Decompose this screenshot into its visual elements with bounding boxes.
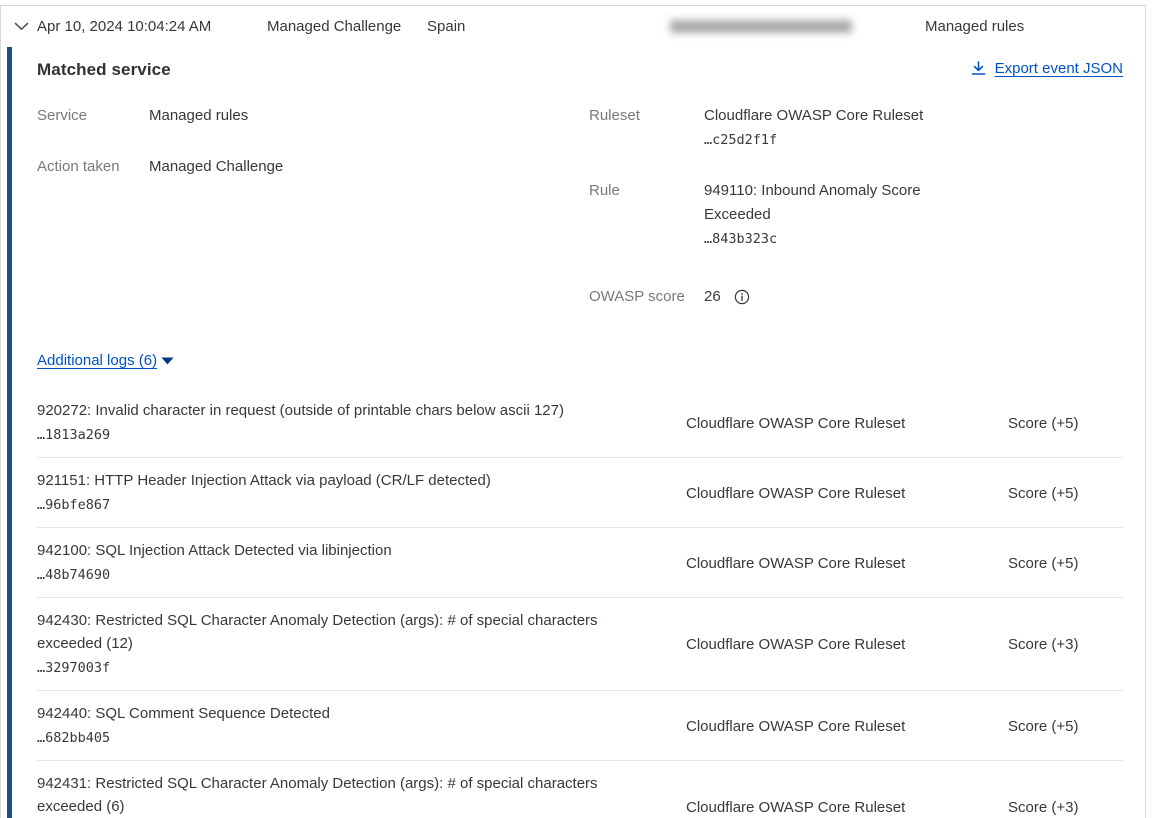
action-taken-label: Action taken	[37, 155, 149, 179]
ruleset-hash: …c25d2f1f	[704, 128, 923, 152]
log-rule-hash: …96bfe867	[37, 493, 641, 517]
action-taken-value: Managed Challenge	[149, 155, 283, 179]
action-taken-field: Action taken Managed Challenge	[37, 155, 589, 179]
additional-log-row: 942440: SQL Comment Sequence Detected …6…	[37, 691, 1123, 761]
additional-log-row: 942100: SQL Injection Attack Detected vi…	[37, 528, 1123, 598]
service-field: Service Managed rules	[37, 104, 589, 128]
additional-logs-table: 920272: Invalid character in request (ou…	[37, 388, 1123, 818]
service-label: Service	[37, 104, 149, 128]
triangle-down-icon[interactable]	[161, 357, 174, 365]
event-host-redacted	[670, 20, 860, 33]
service-value: Managed rules	[149, 104, 248, 128]
download-icon	[971, 61, 986, 76]
event-row[interactable]: Apr 10, 2024 10:04:24 AM Managed Challen…	[1, 6, 1145, 47]
log-rule-description: 920272: Invalid character in request (ou…	[37, 399, 641, 422]
log-ruleset-name: Cloudflare OWASP Core Ruleset	[686, 799, 1008, 816]
redacted-blur-box	[670, 20, 852, 33]
log-ruleset-name: Cloudflare OWASP Core Ruleset	[686, 555, 1008, 572]
event-detail-expanded: Matched service Export event JSON	[1, 47, 1145, 818]
event-timestamp: Apr 10, 2024 10:04:24 AM	[37, 18, 267, 35]
owasp-score-label: OWASP score	[589, 285, 704, 309]
info-icon[interactable]	[734, 289, 750, 305]
log-score: Score (+5)	[1008, 415, 1123, 432]
ruleset-field: Ruleset Cloudflare OWASP Core Ruleset …c…	[589, 104, 1123, 152]
log-ruleset-name: Cloudflare OWASP Core Ruleset	[686, 718, 1008, 735]
log-score: Score (+5)	[1008, 718, 1123, 735]
log-rule-description: 942431: Restricted SQL Character Anomaly…	[37, 772, 641, 818]
log-score: Score (+5)	[1008, 555, 1123, 572]
event-detail-panel: Apr 10, 2024 10:04:24 AM Managed Challen…	[0, 5, 1146, 818]
additional-log-row: 942430: Restricted SQL Character Anomaly…	[37, 598, 1123, 691]
log-rule-description: 921151: HTTP Header Injection Attack via…	[37, 469, 641, 492]
export-event-json-label: Export event JSON	[995, 60, 1123, 77]
log-rule-description: 942440: SQL Comment Sequence Detected	[37, 702, 641, 725]
chevron-down-icon[interactable]	[1, 22, 37, 31]
log-rule-description: 942100: SQL Injection Attack Detected vi…	[37, 539, 641, 562]
log-score: Score (+3)	[1008, 799, 1123, 816]
log-rule-hash: …682bb405	[37, 726, 641, 750]
additional-log-row: 920272: Invalid character in request (ou…	[37, 388, 1123, 458]
rule-hash: …843b323c	[704, 227, 944, 251]
log-ruleset-name: Cloudflare OWASP Core Ruleset	[686, 485, 1008, 502]
matched-service-title: Matched service	[37, 60, 171, 80]
firewall-events-screen: Apr 10, 2024 10:04:24 AM Managed Challen…	[0, 0, 1160, 818]
owasp-score-field: OWASP score 26	[589, 285, 1123, 309]
event-detail-body: Matched service Export event JSON	[12, 47, 1145, 818]
ruleset-value: Cloudflare OWASP Core Ruleset	[704, 104, 923, 128]
event-action: Managed Challenge	[267, 18, 427, 35]
additional-log-row: 921151: HTTP Header Injection Attack via…	[37, 458, 1123, 528]
rule-value: 949110: Inbound Anomaly Score Exceeded	[704, 179, 944, 227]
owasp-score-value: 26	[704, 285, 721, 309]
rule-label: Rule	[589, 179, 704, 251]
log-score: Score (+3)	[1008, 636, 1123, 653]
additional-log-row: 942431: Restricted SQL Character Anomaly…	[37, 761, 1123, 818]
event-country: Spain	[427, 18, 670, 35]
log-ruleset-name: Cloudflare OWASP Core Ruleset	[686, 636, 1008, 653]
log-score: Score (+5)	[1008, 485, 1123, 502]
log-rule-hash: …3297003f	[37, 656, 641, 680]
log-ruleset-name: Cloudflare OWASP Core Ruleset	[686, 415, 1008, 432]
event-service: Managed rules	[925, 18, 1024, 35]
rule-field: Rule 949110: Inbound Anomaly Score Excee…	[589, 179, 1123, 251]
log-rule-description: 942430: Restricted SQL Character Anomaly…	[37, 609, 641, 655]
additional-logs-toggle[interactable]: Additional logs (6)	[37, 352, 157, 369]
log-rule-hash: …48b74690	[37, 563, 641, 587]
export-event-json-link[interactable]: Export event JSON	[971, 60, 1123, 77]
log-rule-hash: …1813a269	[37, 423, 641, 447]
ruleset-label: Ruleset	[589, 104, 704, 152]
